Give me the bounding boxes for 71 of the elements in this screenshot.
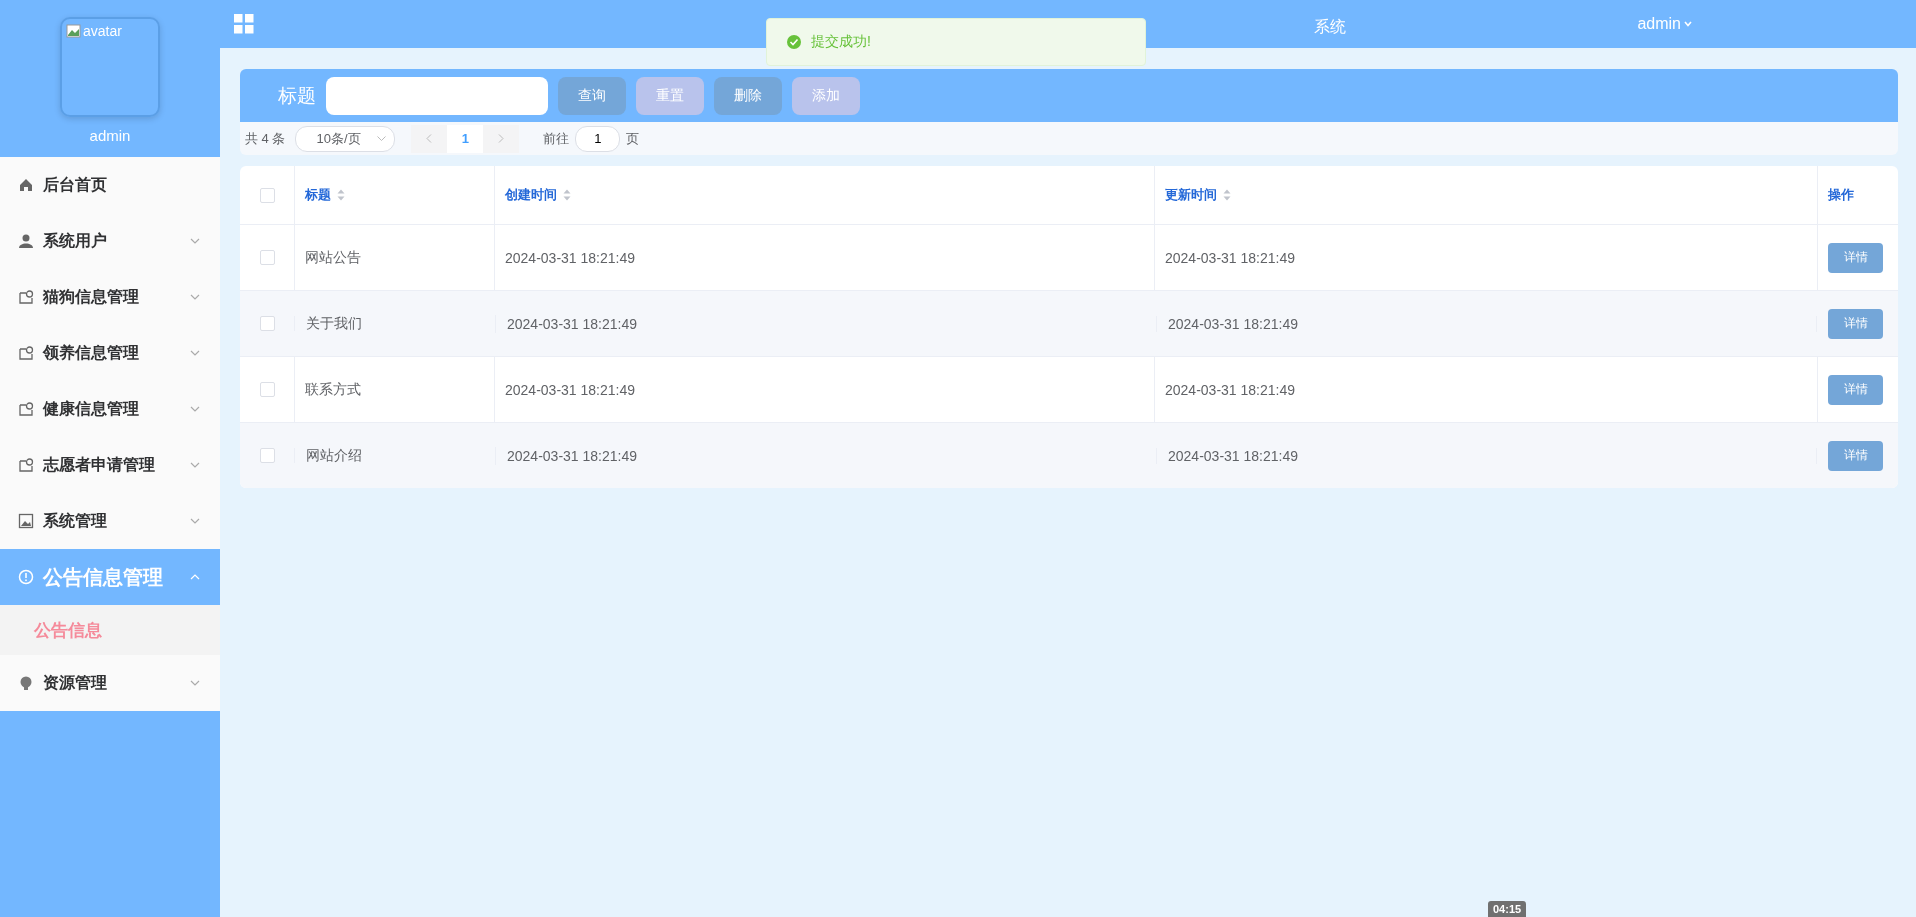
tag-icon bbox=[18, 289, 34, 305]
menu-item[interactable]: 系统用户 bbox=[0, 213, 220, 269]
avatar-alt-text: avatar bbox=[66, 23, 122, 39]
search-label: 标题 bbox=[278, 83, 316, 108]
toast-message: 提交成功! bbox=[811, 33, 871, 51]
video-timestamp: 04:15 bbox=[1488, 901, 1527, 917]
column-header[interactable]: 创建时间 bbox=[505, 186, 557, 204]
table-cell: 2024-03-31 18:21:49 bbox=[505, 381, 635, 398]
chevron-up-icon bbox=[190, 574, 200, 580]
menu-item[interactable]: 志愿者申请管理 bbox=[0, 437, 220, 493]
tag-icon bbox=[18, 457, 34, 473]
row-checkbox[interactable] bbox=[259, 316, 275, 331]
select-all-checkbox[interactable] bbox=[259, 187, 275, 203]
goto-label: 前往 bbox=[543, 129, 570, 148]
home-icon bbox=[18, 177, 34, 193]
column-header[interactable]: 更新时间 bbox=[1165, 186, 1217, 204]
chevron-down-icon bbox=[190, 294, 200, 300]
table-cell: 2024-03-31 18:21:49 bbox=[1168, 315, 1298, 332]
chevron-down-icon bbox=[190, 462, 200, 468]
chevron-down-icon bbox=[190, 680, 200, 686]
chevron-down-icon bbox=[190, 238, 200, 244]
row-checkbox[interactable] bbox=[259, 250, 275, 265]
sort-icon[interactable] bbox=[337, 189, 345, 201]
column-header[interactable]: 标题 bbox=[305, 186, 331, 204]
chevron-down-icon bbox=[190, 350, 200, 356]
chevron-down-icon bbox=[377, 136, 387, 141]
menu-item[interactable]: 健康信息管理 bbox=[0, 381, 220, 437]
sort-icon[interactable] bbox=[1223, 189, 1231, 201]
chevron-down-icon bbox=[190, 518, 200, 524]
caret-icon bbox=[1684, 21, 1692, 27]
image-icon bbox=[18, 513, 34, 529]
row-checkbox[interactable] bbox=[259, 382, 275, 397]
check-circle-icon bbox=[787, 35, 801, 49]
chevron-left-icon bbox=[426, 134, 433, 143]
title-search-field[interactable] bbox=[326, 76, 548, 115]
page-number[interactable]: 1 bbox=[447, 124, 484, 153]
info-icon bbox=[18, 569, 34, 585]
chevron-down-icon bbox=[190, 406, 200, 412]
user-icon bbox=[18, 233, 34, 249]
table-cell: 网站介绍 bbox=[306, 446, 362, 465]
row-checkbox[interactable] bbox=[259, 448, 275, 463]
menu-item[interactable]: 猫狗信息管理 bbox=[0, 269, 220, 325]
grid-menu-icon[interactable] bbox=[234, 14, 254, 34]
table-cell: 2024-03-31 18:21:49 bbox=[505, 249, 635, 266]
tag-icon bbox=[18, 345, 34, 361]
menu-item[interactable]: 资源管理 bbox=[0, 655, 220, 711]
profile-name: admin bbox=[89, 127, 131, 144]
table-cell: 2024-03-31 18:21:49 bbox=[507, 447, 637, 464]
broken-image-icon bbox=[66, 23, 82, 39]
table-cell: 网站公告 bbox=[305, 248, 361, 267]
table-cell: 2024-03-31 18:21:49 bbox=[507, 315, 637, 332]
column-header: 操作 bbox=[1828, 186, 1854, 204]
menu-item[interactable]: 领养信息管理 bbox=[0, 325, 220, 381]
total-count: 共 4 条 bbox=[245, 129, 286, 148]
menu-item[interactable]: 系统管理 bbox=[0, 493, 220, 549]
table-cell: 联系方式 bbox=[305, 380, 361, 399]
chevron-right-icon bbox=[498, 134, 505, 143]
system-title: 系统 bbox=[1314, 16, 1346, 37]
table-cell: 2024-03-31 18:21:49 bbox=[1165, 381, 1295, 398]
menu-item[interactable]: 后台首页 bbox=[0, 157, 220, 213]
prev-page-button[interactable] bbox=[411, 124, 448, 153]
table-cell: 关于我们 bbox=[306, 314, 362, 333]
goto-page-field[interactable]: 1 bbox=[575, 125, 621, 152]
table-cell: 2024-03-31 18:21:49 bbox=[1165, 249, 1295, 266]
page-unit: 页 bbox=[626, 129, 640, 148]
sort-icon[interactable] bbox=[563, 189, 571, 201]
next-page-button[interactable] bbox=[483, 124, 520, 153]
page-size-select[interactable]: 10条/页 bbox=[295, 125, 396, 152]
table-cell: 2024-03-31 18:21:49 bbox=[1168, 447, 1298, 464]
tag-icon bbox=[18, 401, 34, 417]
bulb-icon bbox=[18, 675, 34, 691]
